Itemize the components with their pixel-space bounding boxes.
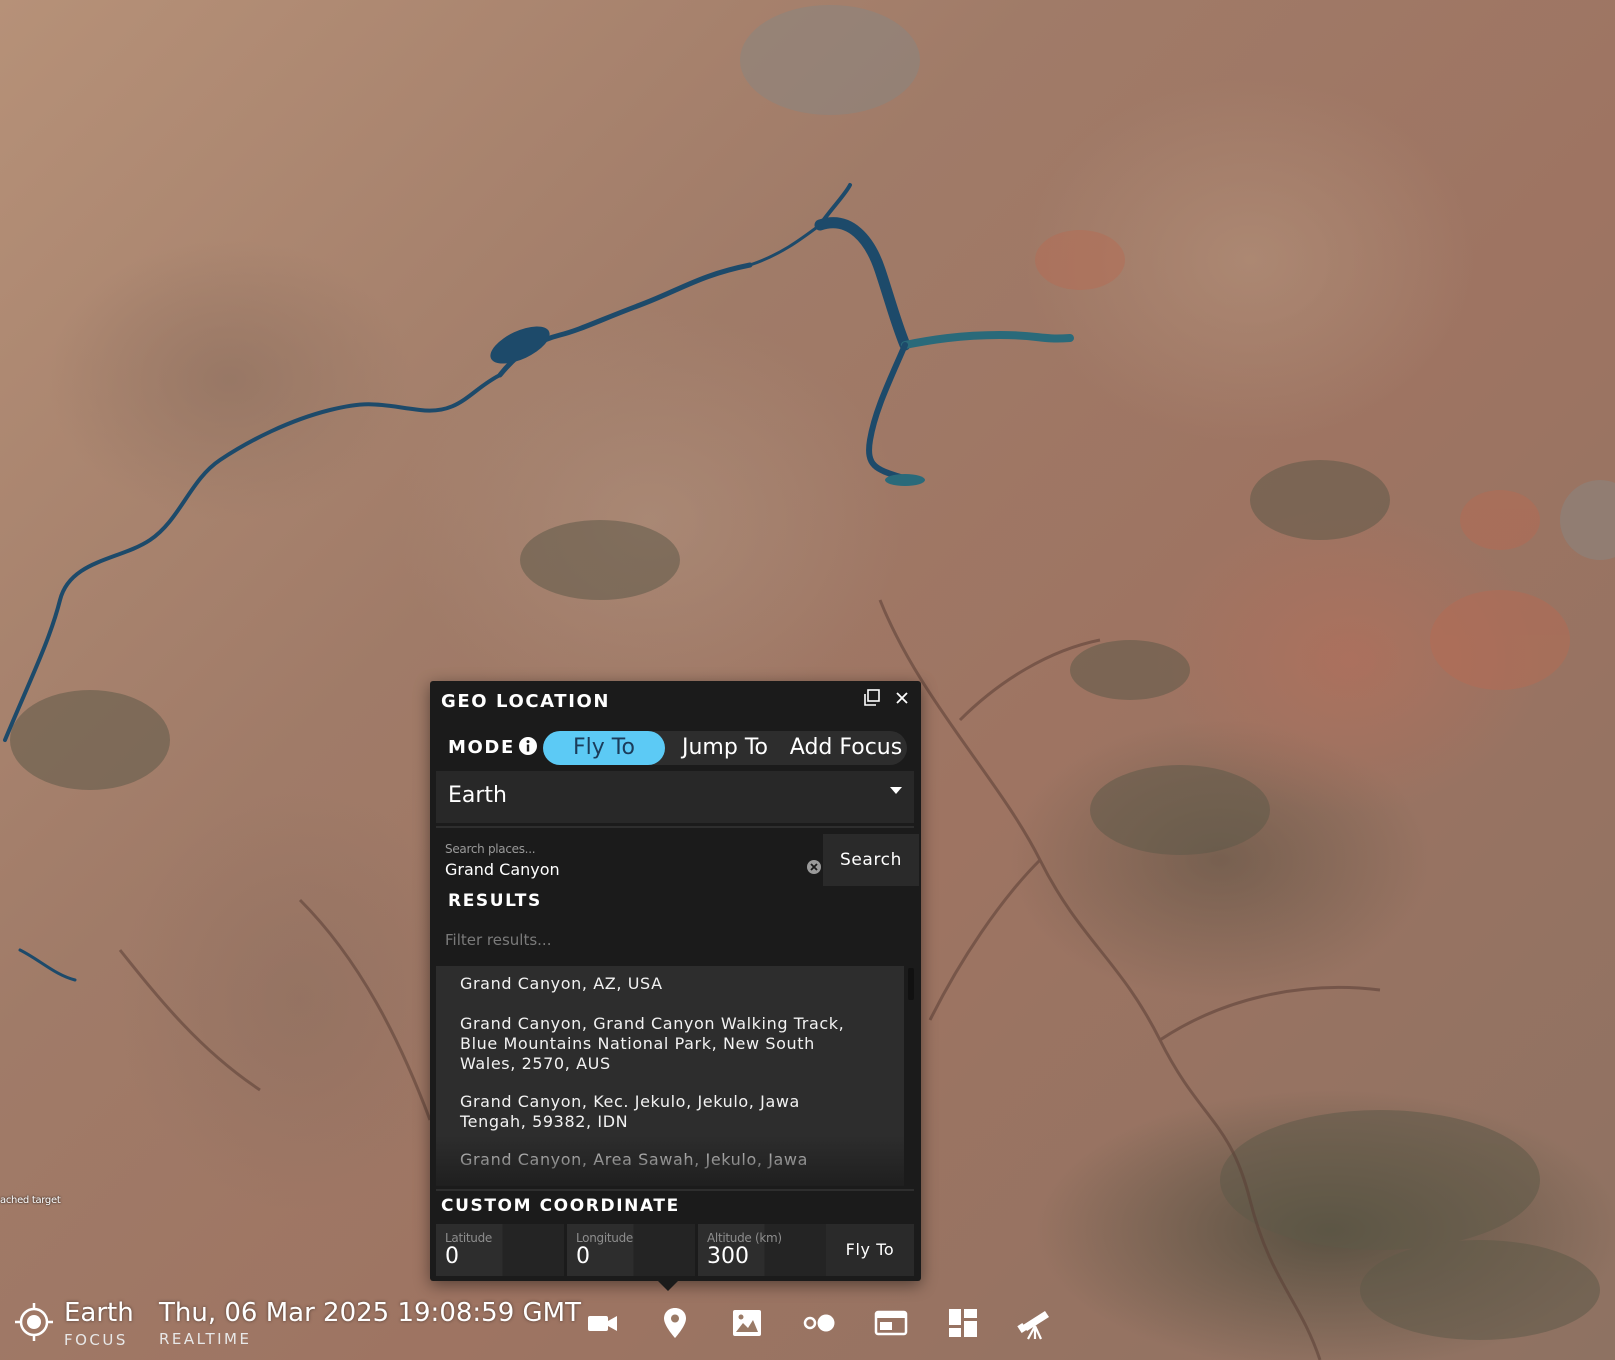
divider (436, 1189, 914, 1191)
result-item[interactable]: Grand Canyon, Grand Canyon Walking Track… (460, 1014, 860, 1074)
info-icon[interactable] (518, 736, 538, 756)
image-icon[interactable] (727, 1305, 767, 1341)
focus-selector[interactable]: Earth FOCUS (14, 1298, 154, 1354)
search-placeholder: Search places... (445, 842, 536, 856)
mode-fly-to[interactable]: Fly To (543, 731, 665, 765)
altitude-label: Altitude (km) (707, 1231, 782, 1245)
search-value: Grand Canyon (445, 860, 560, 879)
panel-title: GEO LOCATION (441, 691, 611, 712)
result-item[interactable]: Grand Canyon, AZ, USA (460, 974, 860, 994)
mode-jump-to[interactable]: Jump To (665, 731, 785, 765)
focus-name: Earth (64, 1298, 134, 1328)
latitude-label: Latitude (445, 1231, 492, 1245)
longitude-value: 0 (576, 1244, 590, 1269)
search-button[interactable]: Search (823, 834, 919, 886)
popout-icon[interactable] (861, 687, 883, 709)
telescope-icon[interactable] (1015, 1305, 1055, 1341)
longitude-label: Longitude (576, 1231, 633, 1245)
camera-icon[interactable] (583, 1305, 623, 1341)
coordinate-fly-to-button[interactable]: Fly To (826, 1224, 914, 1276)
result-item[interactable]: Grand Canyon, Area Sawah, Jekulo, Jawa (460, 1150, 860, 1170)
celestial-body-select[interactable]: Earth (436, 771, 914, 823)
custom-coordinate-label: CUSTOM COORDINATE (441, 1196, 680, 1216)
results-label: RESULTS (448, 891, 542, 911)
dashboard-grid-icon[interactable] (943, 1305, 983, 1341)
close-icon[interactable] (891, 687, 913, 709)
map-pin-icon[interactable] (655, 1305, 695, 1341)
focus-target-icon (14, 1302, 54, 1342)
mode-label: MODE (448, 737, 515, 758)
latitude-field[interactable]: Latitude 0 (436, 1224, 564, 1276)
results-list[interactable]: Grand Canyon, AZ, USA Grand Canyon, Gran… (436, 966, 904, 1186)
clear-search-icon[interactable] (806, 859, 822, 875)
focus-caption: FOCUS (64, 1331, 128, 1349)
results-scrollbar[interactable] (908, 968, 914, 1000)
chevron-down-icon (890, 787, 902, 794)
mode-row: MODE Fly To Jump To Add Focus (448, 731, 916, 765)
toggle-dots-icon[interactable] (799, 1305, 839, 1341)
result-item[interactable]: Grand Canyon, Kec. Jekulo, Jekulo, Jawa … (460, 1092, 860, 1132)
altitude-field[interactable]: Altitude (km) 300 (698, 1224, 826, 1276)
layout-window-icon[interactable] (871, 1305, 911, 1341)
longitude-field[interactable]: Longitude 0 (567, 1224, 695, 1276)
time-caption: REALTIME (159, 1330, 252, 1348)
mode-toggle: Fly To Jump To Add Focus (543, 731, 907, 765)
search-input[interactable]: Search places... Grand Canyon (436, 833, 806, 885)
geo-location-panel: GEO LOCATION MODE Fly To Jump To Add Foc… (430, 681, 921, 1291)
mode-add-focus[interactable]: Add Focus (785, 731, 907, 765)
time-value: Thu, 06 Mar 2025 19:08:59 GMT (159, 1298, 581, 1328)
panel-pointer (658, 1281, 678, 1291)
time-display[interactable]: Thu, 06 Mar 2025 19:08:59 GMT REALTIME (159, 1298, 581, 1348)
altitude-value: 300 (707, 1244, 749, 1269)
filter-results-input[interactable] (436, 918, 914, 962)
latitude-value: 0 (445, 1244, 459, 1269)
divider (436, 826, 914, 828)
body-select-value: Earth (448, 783, 507, 808)
target-label: ached target (0, 1195, 61, 1206)
